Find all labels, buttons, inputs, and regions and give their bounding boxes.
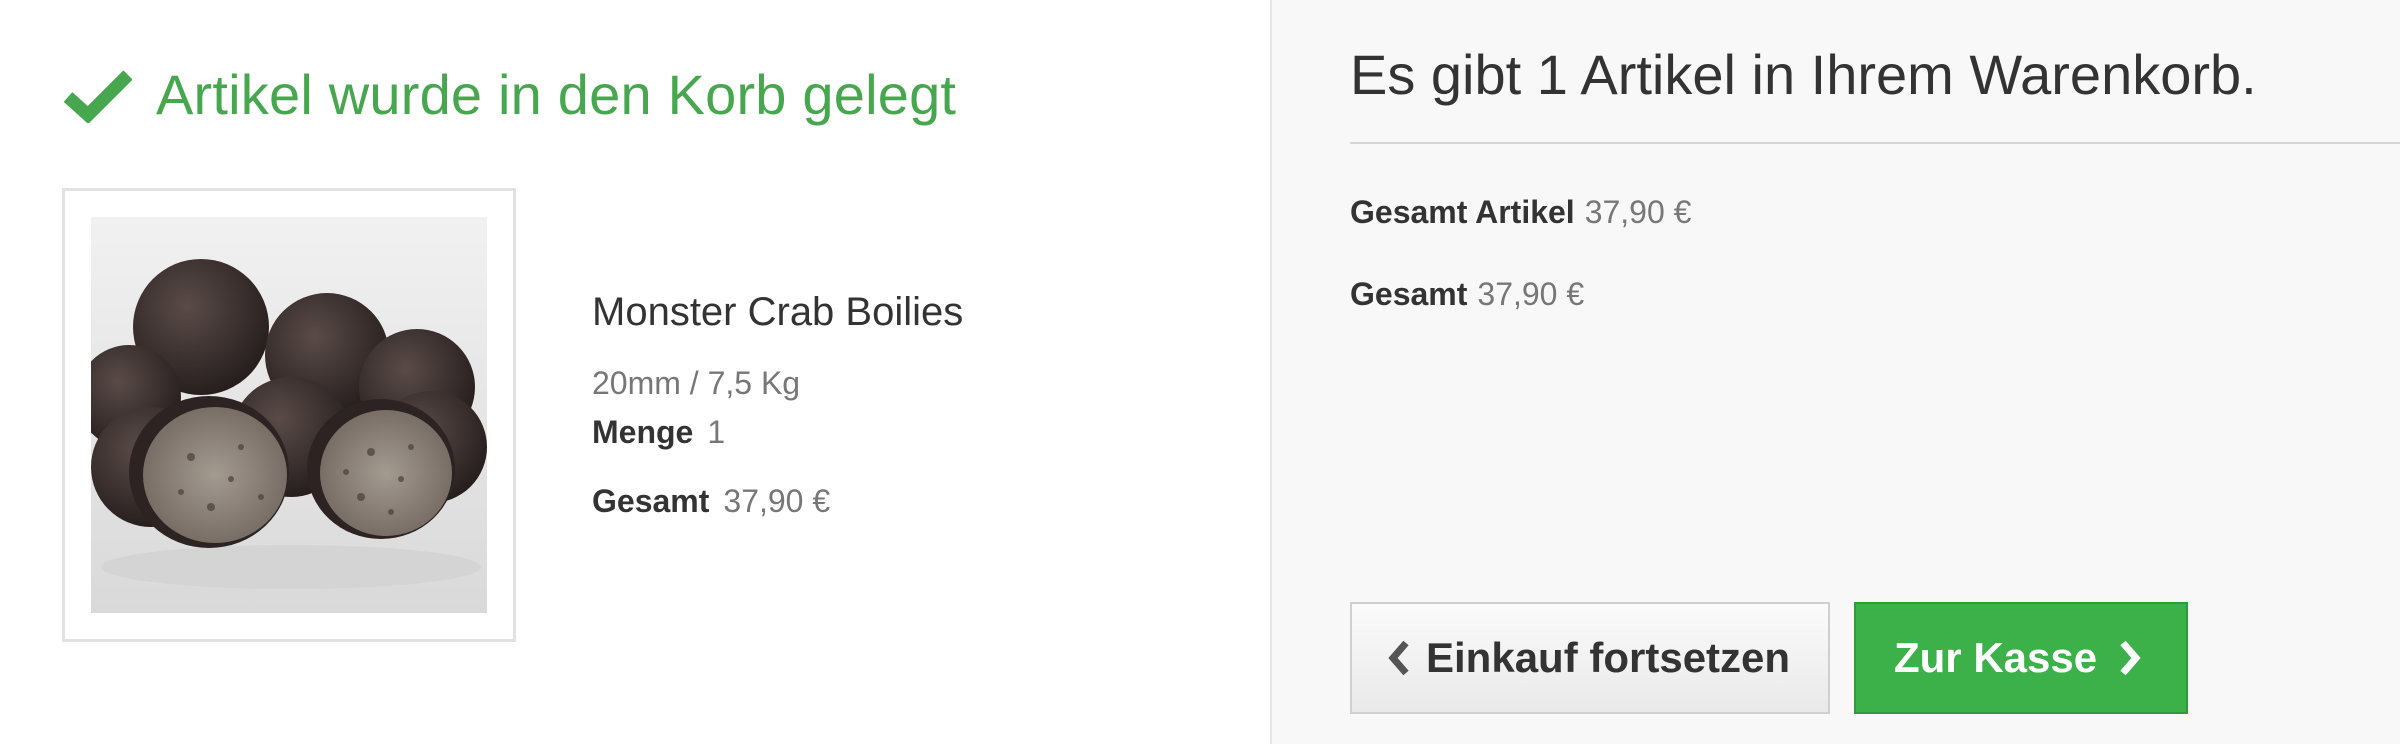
- cart-modal: Artikel wurde in den Korb gelegt Monster…: [0, 0, 2400, 744]
- grand-total-label: Gesamt: [1350, 276, 1468, 312]
- divider: [1350, 142, 2400, 144]
- quantity-label: Menge: [592, 414, 694, 450]
- grand-total-value: 37,90 €: [1477, 276, 1585, 312]
- checkout-label: Zur Kasse: [1894, 634, 2098, 681]
- product-details: Monster Crab Boilies 20mm / 7,5 Kg Menge…: [592, 290, 963, 520]
- product-total-label: Gesamt: [592, 483, 710, 519]
- product-name: Monster Crab Boilies: [592, 290, 964, 334]
- chevron-right-icon: [2120, 640, 2141, 676]
- quantity-value: 1: [707, 414, 726, 450]
- checkmark-icon: [64, 69, 132, 123]
- items-total-label: Gesamt Artikel: [1350, 194, 1575, 230]
- added-product-pane: Artikel wurde in den Korb gelegt Monster…: [0, 0, 1270, 744]
- continue-shopping-label: Einkauf fortsetzen: [1426, 634, 1791, 681]
- grand-total-line: Gesamt 37,90 €: [1350, 276, 1584, 313]
- checkout-button[interactable]: Zur Kasse: [1854, 602, 2188, 714]
- product-thumbnail: [62, 188, 516, 642]
- product-attributes: 20mm / 7,5 Kg: [592, 365, 801, 401]
- chevron-left-icon: [1388, 640, 1409, 676]
- cart-summary-pane: Es gibt 1 Artikel in Ihrem Warenkorb. Ge…: [1270, 0, 2400, 744]
- product-total-value: 37,90 €: [723, 483, 831, 519]
- continue-shopping-button[interactable]: Einkauf fortsetzen: [1350, 602, 1830, 714]
- items-total-value: 37,90 €: [1584, 194, 1692, 230]
- product-total: Gesamt 37,90 €: [592, 483, 963, 520]
- confirmation-message: Artikel wurde in den Korb gelegt: [64, 62, 956, 127]
- product-quantity: Menge 1: [592, 414, 963, 451]
- confirmation-text: Artikel wurde in den Korb gelegt: [156, 63, 957, 126]
- cart-count-title: Es gibt 1 Artikel in Ihrem Warenkorb.: [1350, 43, 2257, 106]
- items-total-line: Gesamt Artikel 37,90 €: [1350, 194, 1691, 231]
- boilies-image: [91, 217, 487, 613]
